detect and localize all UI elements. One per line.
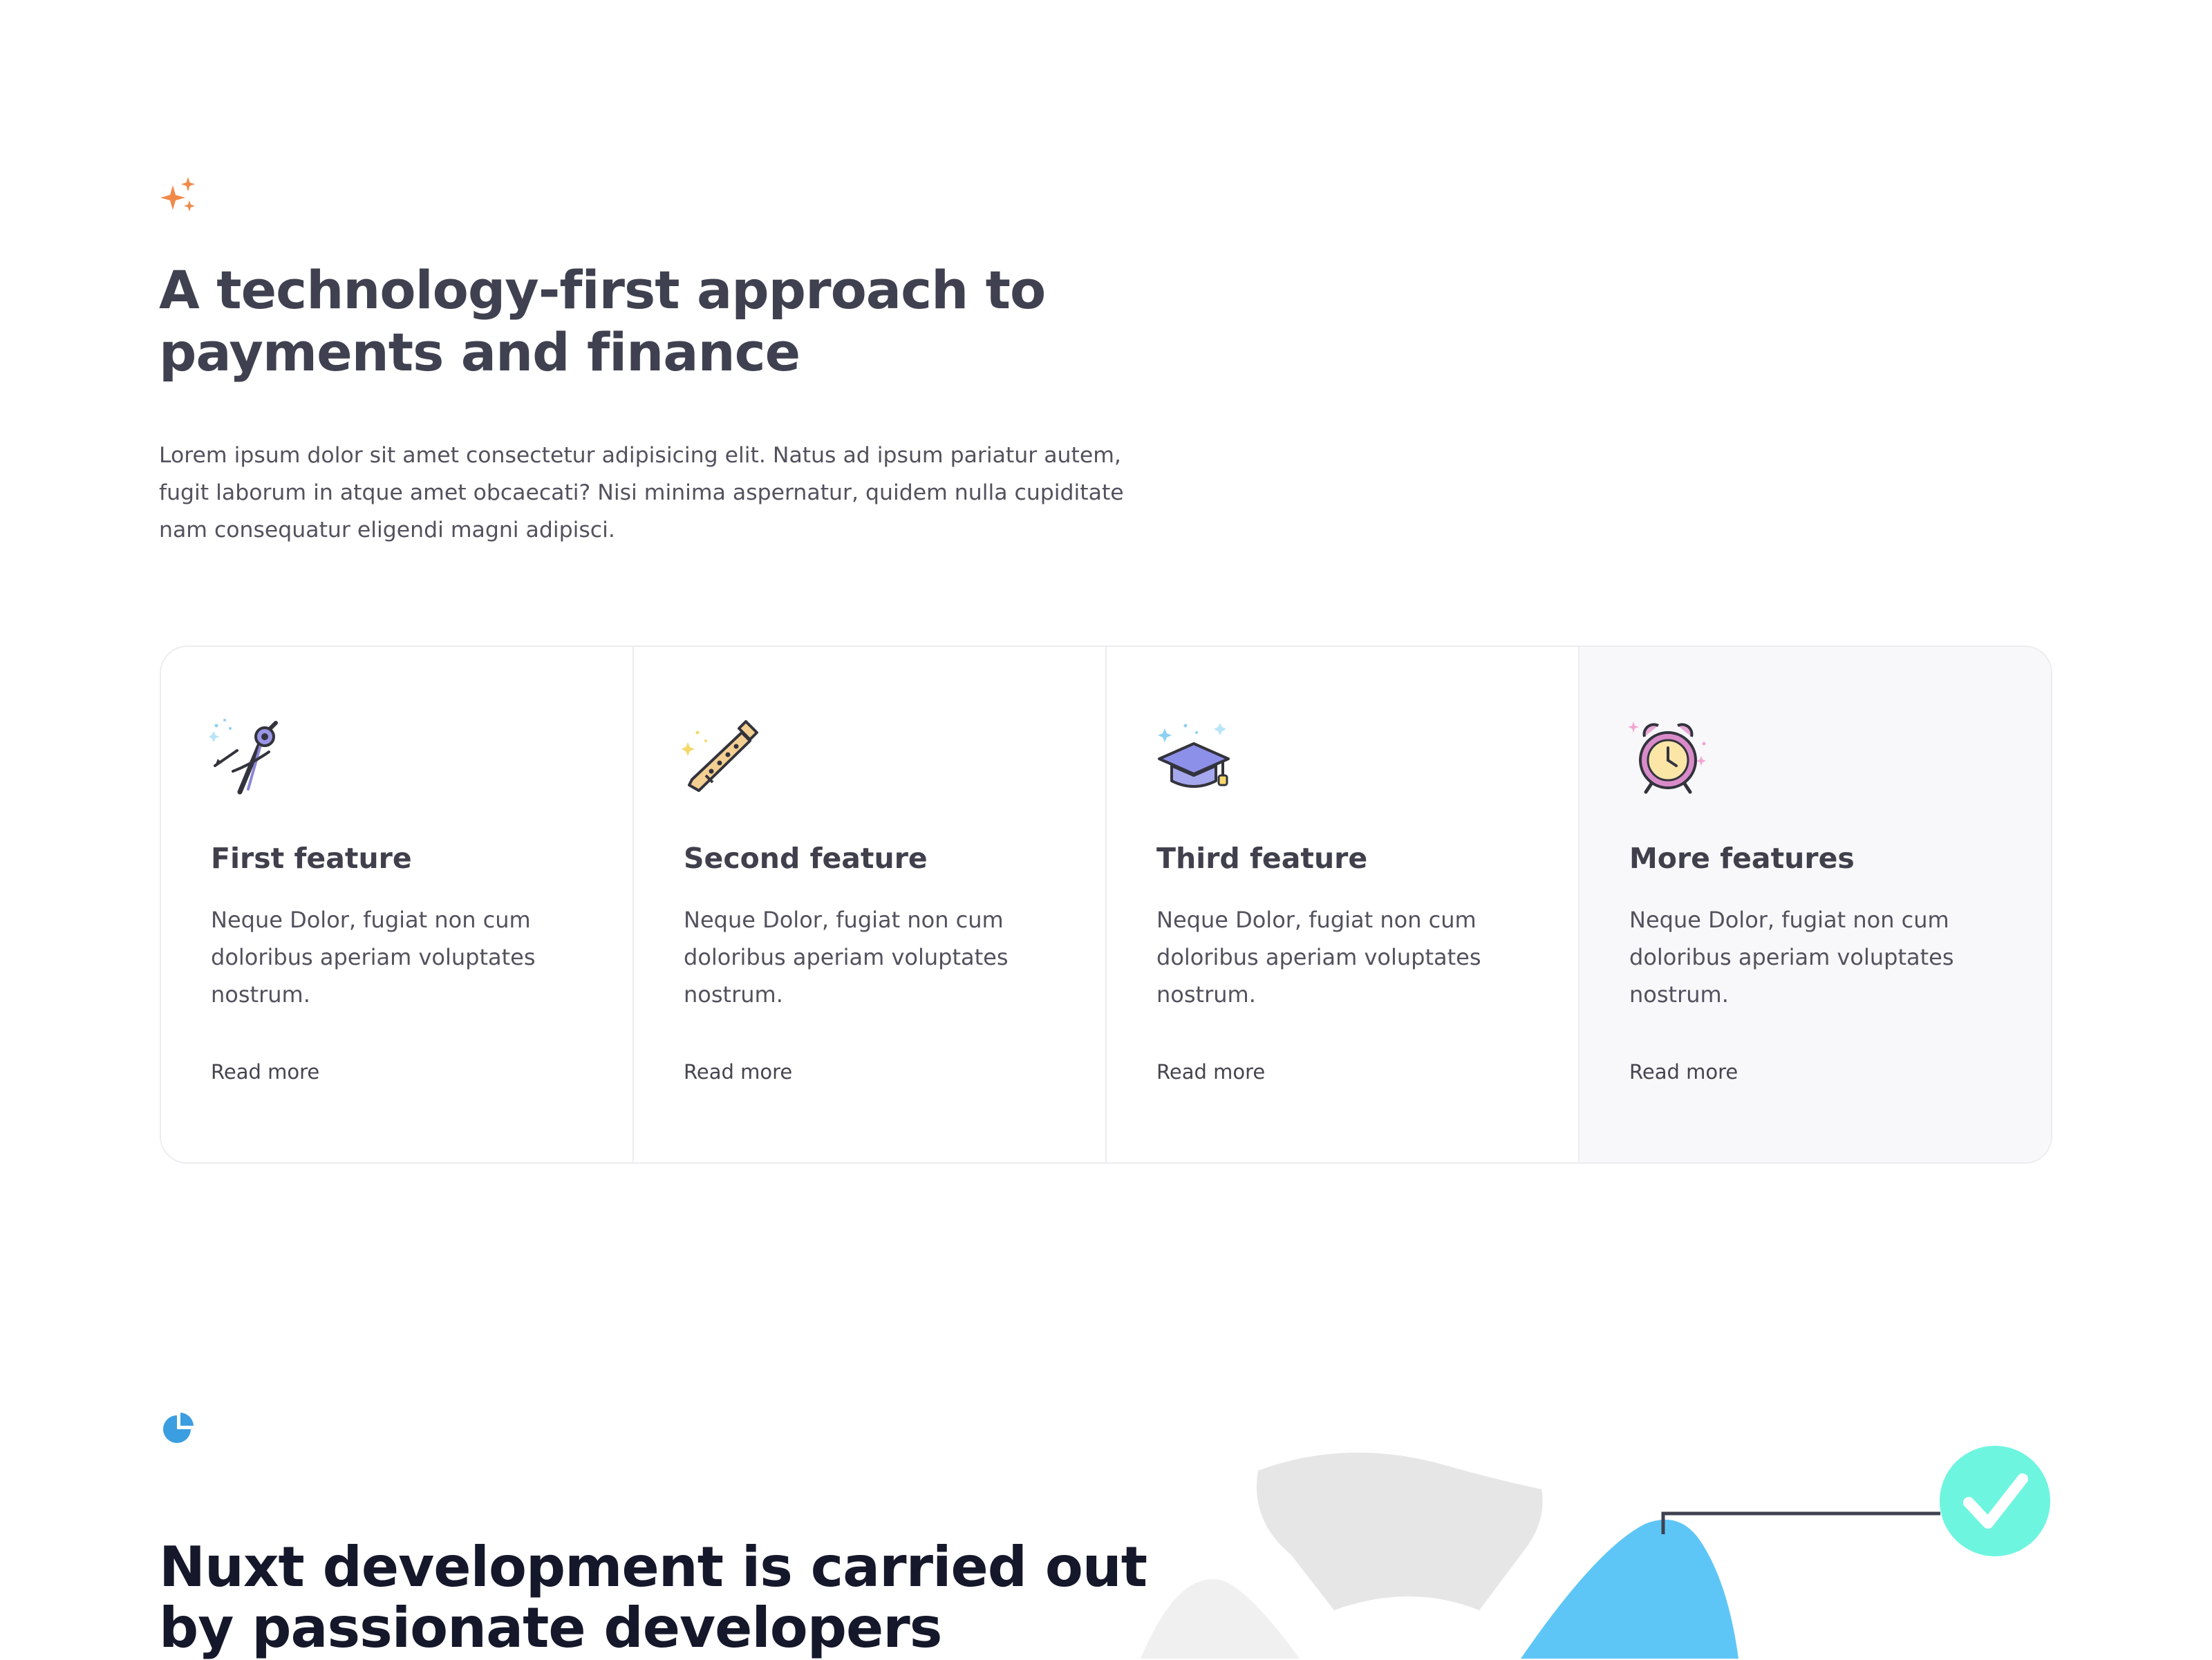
feature-title: More features <box>1629 842 1855 875</box>
feature-card-first: First feature Neque Dolor, fugiat non cu… <box>161 647 634 1162</box>
feature-card-third: Third feature Neque Dolor, fugiat non cu… <box>1107 647 1580 1162</box>
recorder-flute-icon <box>682 720 758 792</box>
read-more-link[interactable]: Read more <box>211 1060 319 1084</box>
feature-description: Neque Dolor, fugiat non cum doloribus ap… <box>211 907 536 1008</box>
feature-cards: First feature Neque Dolor, fugiat non cu… <box>160 645 2052 1164</box>
chart-arc-light <box>1141 1578 1300 1659</box>
connector-line <box>1661 1511 1940 1534</box>
chart-arc-white <box>1331 1634 1465 1659</box>
checkmark-circle-icon <box>1940 1446 2050 1556</box>
read-more-link[interactable]: Read more <box>1156 1060 1265 1084</box>
feature-title: First feature <box>211 842 412 875</box>
read-more-link[interactable]: Read more <box>684 1060 792 1084</box>
chart-arc-blue <box>1521 1519 1738 1659</box>
chart-arc-grey <box>1257 1452 1543 1610</box>
section-title: A technology-first approach to payments … <box>159 259 1046 383</box>
feature-card-second: Second feature Neque Dolor, fugiat non c… <box>634 647 1107 1162</box>
sparkles-icon <box>160 177 195 211</box>
feature-description: Neque Dolor, fugiat non cum doloribus ap… <box>1629 907 1954 1008</box>
feature-title: Third feature <box>1156 842 1368 875</box>
read-more-link[interactable]: Read more <box>1629 1060 1738 1084</box>
alarm-clock-icon <box>1628 721 1706 794</box>
compass-drawing-icon <box>209 719 278 795</box>
pie-chart-icon <box>163 1413 194 1443</box>
dashboard-illustration <box>1141 1446 2050 1659</box>
feature-description: Neque Dolor, fugiat non cum doloribus ap… <box>684 907 1009 1008</box>
feature-title: Second feature <box>684 842 928 875</box>
section-intro: Lorem ipsum dolor sit amet consectetur a… <box>159 443 1124 543</box>
feature-card-more: More features Neque Dolor, fugiat non cu… <box>1580 647 2051 1162</box>
section-title-secondary: Nuxt development is carried out by passi… <box>159 1535 1147 1660</box>
feature-description: Neque Dolor, fugiat non cum doloribus ap… <box>1156 907 1481 1008</box>
graduation-cap-icon <box>1158 723 1230 788</box>
